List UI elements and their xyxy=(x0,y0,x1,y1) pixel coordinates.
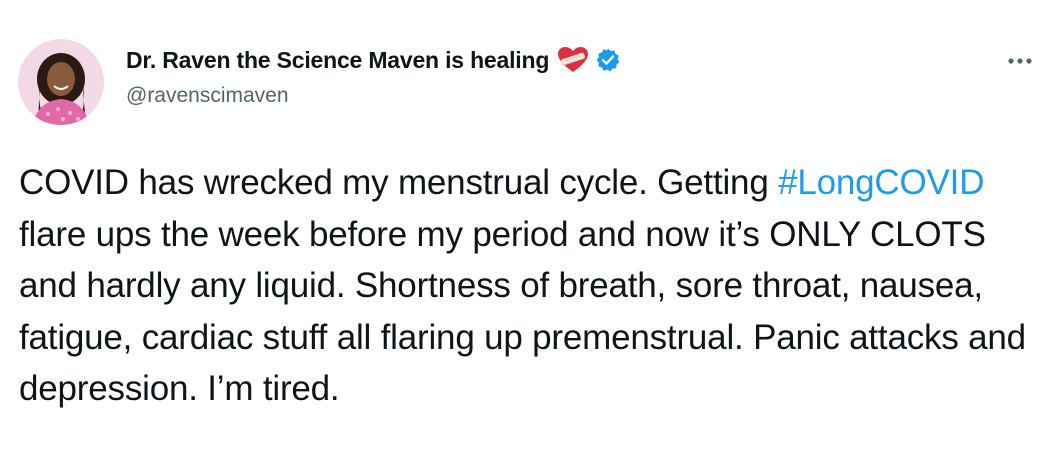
hashtag-link[interactable]: #LongCOVID xyxy=(778,163,984,202)
tweet-card: Dr. Raven the Science Maven is healing @… xyxy=(0,0,1056,474)
more-horizontal-icon xyxy=(1008,58,1032,64)
avatar[interactable] xyxy=(18,39,104,125)
tweet-text-part1: COVID has wrecked my menstrual cycle. Ge… xyxy=(19,163,779,202)
more-options-button[interactable] xyxy=(1000,46,1040,76)
author-name-row: Dr. Raven the Science Maven is healing xyxy=(126,46,621,74)
mending-heart-icon xyxy=(557,46,589,74)
author-display-name[interactable]: Dr. Raven the Science Maven is healing xyxy=(126,47,549,74)
tweet-text: COVID has wrecked my menstrual cycle. Ge… xyxy=(19,157,1039,415)
author-handle[interactable]: @ravenscimaven xyxy=(126,84,289,108)
verified-badge-icon xyxy=(595,47,621,73)
tweet-text-part2: flare ups the week before my period and … xyxy=(19,214,1026,409)
